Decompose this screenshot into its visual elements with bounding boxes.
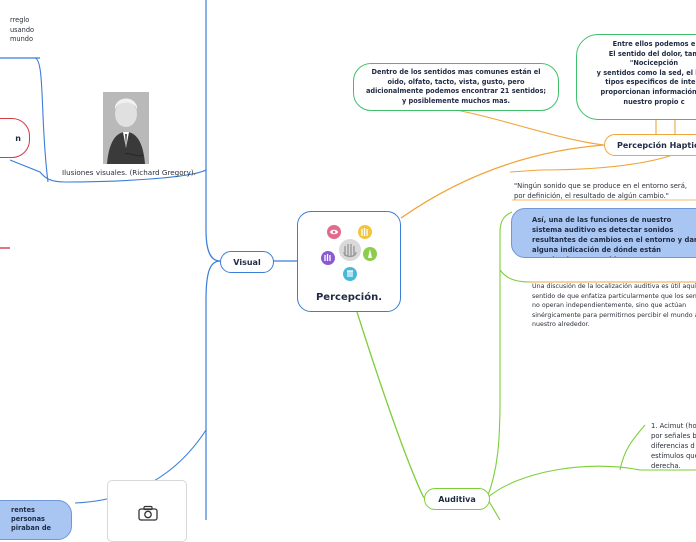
branch-percepcion-haptica[interactable]: Percepción Haptica <box>604 134 696 156</box>
central-node-title: Percepción. <box>315 292 383 303</box>
branch-auditiva-label: Auditiva <box>438 494 476 504</box>
haptica-right-line: "Nocicepción <box>629 59 679 68</box>
acimut-line: derecha. <box>651 462 681 470</box>
acimut-line: estímulos que <box>651 452 696 460</box>
link-center-auditiva <box>356 311 425 499</box>
haptica-right-line: proporcionan información so <box>600 87 696 96</box>
left-top-text: rreglo usando mundo <box>10 16 34 45</box>
discussion-line: sentido de que enfatiza particularmente … <box>532 292 696 300</box>
senses-icon-cluster <box>321 225 377 281</box>
haptica-right-line: Entre ellos podemos e <box>612 40 696 48</box>
link-haptica-down <box>509 155 671 173</box>
auditiva-quote: "Ningún sonido que se produce en el ento… <box>514 182 688 200</box>
bottom-left-line: piraban de <box>11 524 52 532</box>
link-auditiva-acimut <box>619 424 646 471</box>
camera-icon <box>138 505 158 525</box>
center-hand-icon <box>339 239 361 261</box>
haptica-right-line: nuestro propio c <box>623 97 685 106</box>
haptica-senses-text: Dentro de los sentidos mas comunes están… <box>365 68 547 105</box>
richard-gregory-portrait <box>103 92 149 164</box>
left-top-line: mundo <box>10 35 34 43</box>
link-illusions-left <box>9 159 66 183</box>
link-auditiva-up <box>486 211 513 499</box>
haptica-right-line: y sentidos como la sed, el ham <box>596 68 696 77</box>
link-haptica-bubble <box>455 109 605 146</box>
link-visual-down <box>205 260 221 520</box>
haptica-right-line: tipos especificos de interc <box>605 78 696 87</box>
bottom-left-line: rentes personas <box>11 506 45 523</box>
left-top-line: usando <box>10 25 35 34</box>
haptica-senses-bubble[interactable]: Dentro de los sentidos mas comunes están… <box>353 63 559 111</box>
branch-visual-label: Visual <box>233 257 261 267</box>
acimut-line: diferencias d <box>651 442 695 450</box>
discussion-line: no operan independientemente, sino que a… <box>532 302 687 310</box>
acimut-line: 1. Acimut (ho <box>651 422 696 430</box>
auditiva-function-text: Así, una de las funciones de nuestro sis… <box>532 216 696 257</box>
haptica-right-line: El sentido del dolor, tam <box>608 49 696 58</box>
left-top-line: rreglo <box>10 16 30 24</box>
image-placeholder-card[interactable] <box>107 480 187 542</box>
auditiva-function-card[interactable]: Así, una de las funciones de nuestro sis… <box>511 208 696 258</box>
bottom-left-card[interactable]: rentes personas piraban de <box>0 500 72 540</box>
link-auditiva-discussion <box>499 269 531 283</box>
acimut-line: por señales b <box>651 432 696 440</box>
link-visual-spine <box>205 0 221 262</box>
acimut-text: 1. Acimut (ho por señales b diferencias … <box>651 421 696 471</box>
discussion-line: Una discusión de la localización auditiv… <box>532 283 696 290</box>
left-red-node-label: n <box>15 133 21 143</box>
branch-auditiva[interactable]: Auditiva <box>424 488 490 510</box>
auditiva-discussion: Una discusión de la localización auditiv… <box>532 282 696 330</box>
branch-visual[interactable]: Visual <box>220 251 274 273</box>
haptica-right-bubble[interactable]: Entre ellos podemos e El sentido del dol… <box>576 34 696 120</box>
discussion-line: nuestro alrededor. <box>532 321 590 329</box>
discussion-line: sinérgicamente para permitirnos percibir… <box>532 311 696 319</box>
branch-haptica-label: Percepción Haptica <box>617 140 696 150</box>
central-node-percepcion[interactable]: Percepción. <box>297 211 401 312</box>
illusions-caption: Ilusiones visuales. (Richard Gregory). <box>62 168 196 177</box>
